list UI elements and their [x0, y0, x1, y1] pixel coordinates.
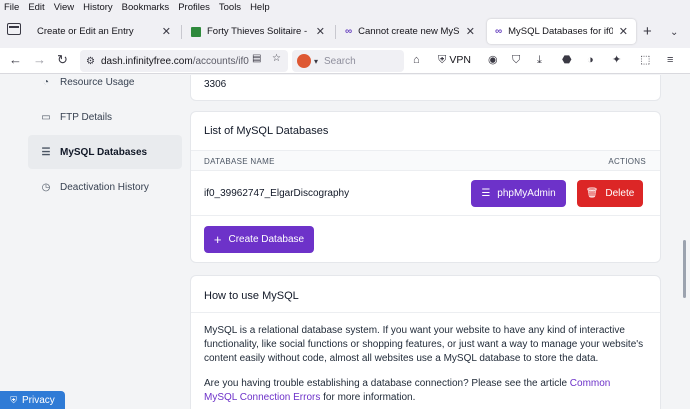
list-all-tabs-icon[interactable]: ⌄ — [670, 27, 678, 38]
sidebar-item-label: Deactivation History — [60, 181, 149, 193]
plus-icon: + — [213, 232, 222, 247]
button-label: phpMyAdmin — [497, 188, 556, 199]
pie-chart-icon: ◔ — [42, 76, 50, 88]
ublock-extension-icon[interactable]: ⬣ — [562, 53, 572, 67]
button-label: Delete — [605, 188, 635, 199]
menu-profiles[interactable]: Profiles — [178, 2, 210, 13]
database-icon: ☰ — [481, 188, 491, 199]
column-header-name: DATABASE NAME — [204, 157, 275, 166]
databases-card: List of MySQL Databases DATABASE NAME AC… — [190, 111, 661, 263]
search-box[interactable]: ▾ Search — [292, 50, 404, 72]
card-title: How to use MySQL — [204, 290, 299, 302]
search-placeholder: Search — [324, 55, 356, 67]
forward-arrow-icon[interactable]: → — [33, 52, 46, 68]
shield-icon: ⛨ — [10, 394, 17, 405]
sidebar-item-mysql-databases[interactable]: ☰ MySQL Databases — [28, 135, 182, 169]
menu-tools[interactable]: Tools — [219, 2, 241, 13]
close-icon[interactable]: ✕ — [619, 25, 628, 38]
tab-create-entry[interactable]: Create or Edit an Entry ✕ — [29, 19, 179, 44]
account-icon[interactable]: ◉ — [488, 53, 498, 67]
tab-divider — [335, 25, 336, 39]
tab-label: Cannot create new MySQL datab — [358, 26, 460, 37]
infinity-favicon-icon: ∞ — [495, 26, 503, 37]
menu-bookmarks[interactable]: Bookmarks — [122, 2, 170, 13]
menu-edit[interactable]: Edit — [28, 2, 44, 13]
tab-divider — [181, 25, 182, 39]
back-arrow-icon[interactable]: ← — [9, 52, 22, 68]
database-name: if0_39962747_ElgarDiscography — [204, 188, 350, 199]
sidebar-item-label: FTP Details — [60, 111, 113, 123]
page-scrollbar[interactable] — [683, 240, 686, 298]
hamburger-menu-icon[interactable]: ≡ — [667, 53, 673, 67]
help-paragraph: Are you having trouble establishing a da… — [204, 377, 644, 405]
trash-icon: 🗑 — [585, 188, 599, 199]
reader-view-icon[interactable]: ▤ — [252, 53, 261, 64]
database-icon: ☰ — [41, 146, 51, 158]
pocket-icon[interactable]: ⛉ — [512, 53, 520, 67]
create-database-button[interactable]: + Create Database — [204, 226, 314, 253]
vpn-button[interactable]: ⛨ VPN — [438, 53, 471, 67]
menu-file[interactable]: File — [4, 2, 19, 13]
table-header: DATABASE NAME ACTIONS — [191, 150, 660, 171]
menu-help[interactable]: Help — [250, 2, 270, 13]
tab-label: Create or Edit an Entry — [37, 26, 134, 37]
phpmyadmin-button[interactable]: ☰ phpMyAdmin — [471, 180, 566, 207]
tab-forty-thieves[interactable]: Forty Thieves Solitaire - Green ✕ — [183, 19, 333, 44]
sidebar-item-label: MySQL Databases — [60, 146, 148, 158]
history-icon: ◷ — [41, 181, 51, 193]
url-domain: dash.infinityfree.com — [100, 55, 193, 67]
navigation-bar: ← → ↻ ⚙ dash.infinityfree.com/accounts/i… — [0, 48, 690, 74]
menu-view[interactable]: View — [54, 2, 74, 13]
site-info-icon[interactable]: ⚙ — [86, 56, 95, 67]
solitaire-favicon-icon — [191, 26, 201, 37]
duckduckgo-icon — [297, 54, 311, 68]
privacy-button[interactable]: ⛨ Privacy — [0, 391, 65, 409]
privacy-label: Privacy — [21, 394, 55, 406]
help-text-suffix: for more information. — [320, 392, 416, 403]
page-content: ◔ Resource Usage ▭ FTP Details ☰ MySQL D… — [0, 75, 690, 409]
close-icon[interactable]: ✕ — [316, 25, 325, 38]
reload-icon[interactable]: ↻ — [57, 52, 68, 68]
bookmark-star-icon[interactable]: ☆ — [272, 53, 281, 64]
tab-overview-icon[interactable] — [7, 23, 21, 35]
button-label: Create Database — [228, 234, 305, 245]
tab-label: MySQL Databases for if0_39962 — [508, 26, 613, 37]
sidebar-item-ftp-details[interactable]: ▭ FTP Details — [28, 100, 182, 134]
row-divider — [191, 215, 660, 216]
vpn-shield-icon: ⛨ — [438, 54, 447, 66]
extensions-puzzle-icon[interactable]: ⬚ — [640, 53, 650, 67]
close-icon[interactable]: ✕ — [466, 25, 475, 38]
tab-mysql-databases[interactable]: ∞ MySQL Databases for if0_39962 ✕ — [487, 19, 636, 44]
infinity-favicon-icon: ∞ — [345, 26, 353, 37]
howto-card: How to use MySQL MySQL is a relational d… — [190, 275, 661, 409]
extension-icon[interactable]: ◑ — [587, 53, 594, 67]
howto-paragraph: MySQL is a relational database system. I… — [204, 325, 644, 364]
section-divider — [191, 312, 660, 313]
delete-button[interactable]: 🗑 Delete — [577, 180, 643, 207]
url-path: /accounts/if0 — [192, 55, 249, 67]
tab-strip: Create or Edit an Entry ✕ Forty Thieves … — [0, 14, 690, 48]
column-header-actions: ACTIONS — [608, 157, 646, 166]
sidebar-item-deactivation-history[interactable]: ◷ Deactivation History — [28, 170, 182, 204]
tab-cannot-create[interactable]: ∞ Cannot create new MySQL datab ✕ — [337, 19, 483, 44]
close-icon[interactable]: ✕ — [162, 25, 171, 38]
help-text: Are you having trouble establishing a da… — [204, 378, 570, 389]
home-icon[interactable]: ⌂ — [413, 53, 420, 67]
color-extension-icon[interactable]: ✦ — [612, 53, 621, 67]
port-value: 3306 — [204, 79, 227, 90]
chevron-down-icon[interactable]: ▾ — [314, 57, 318, 66]
menu-bar: File Edit View History Bookmarks Profile… — [0, 0, 690, 14]
tab-label: Forty Thieves Solitaire - Green — [207, 26, 310, 37]
sidebar-item-resource-usage[interactable]: ◔ Resource Usage — [28, 75, 182, 99]
vpn-label: VPN — [449, 54, 471, 66]
downloads-icon[interactable]: ⤓ — [537, 53, 542, 67]
port-card: 3306 — [190, 75, 661, 101]
menu-history[interactable]: History — [83, 2, 113, 13]
card-title: List of MySQL Databases — [204, 125, 329, 137]
document-icon: ▭ — [41, 111, 51, 123]
new-tab-icon[interactable]: + — [643, 24, 652, 39]
sidebar-item-label: Resource Usage — [60, 76, 135, 88]
